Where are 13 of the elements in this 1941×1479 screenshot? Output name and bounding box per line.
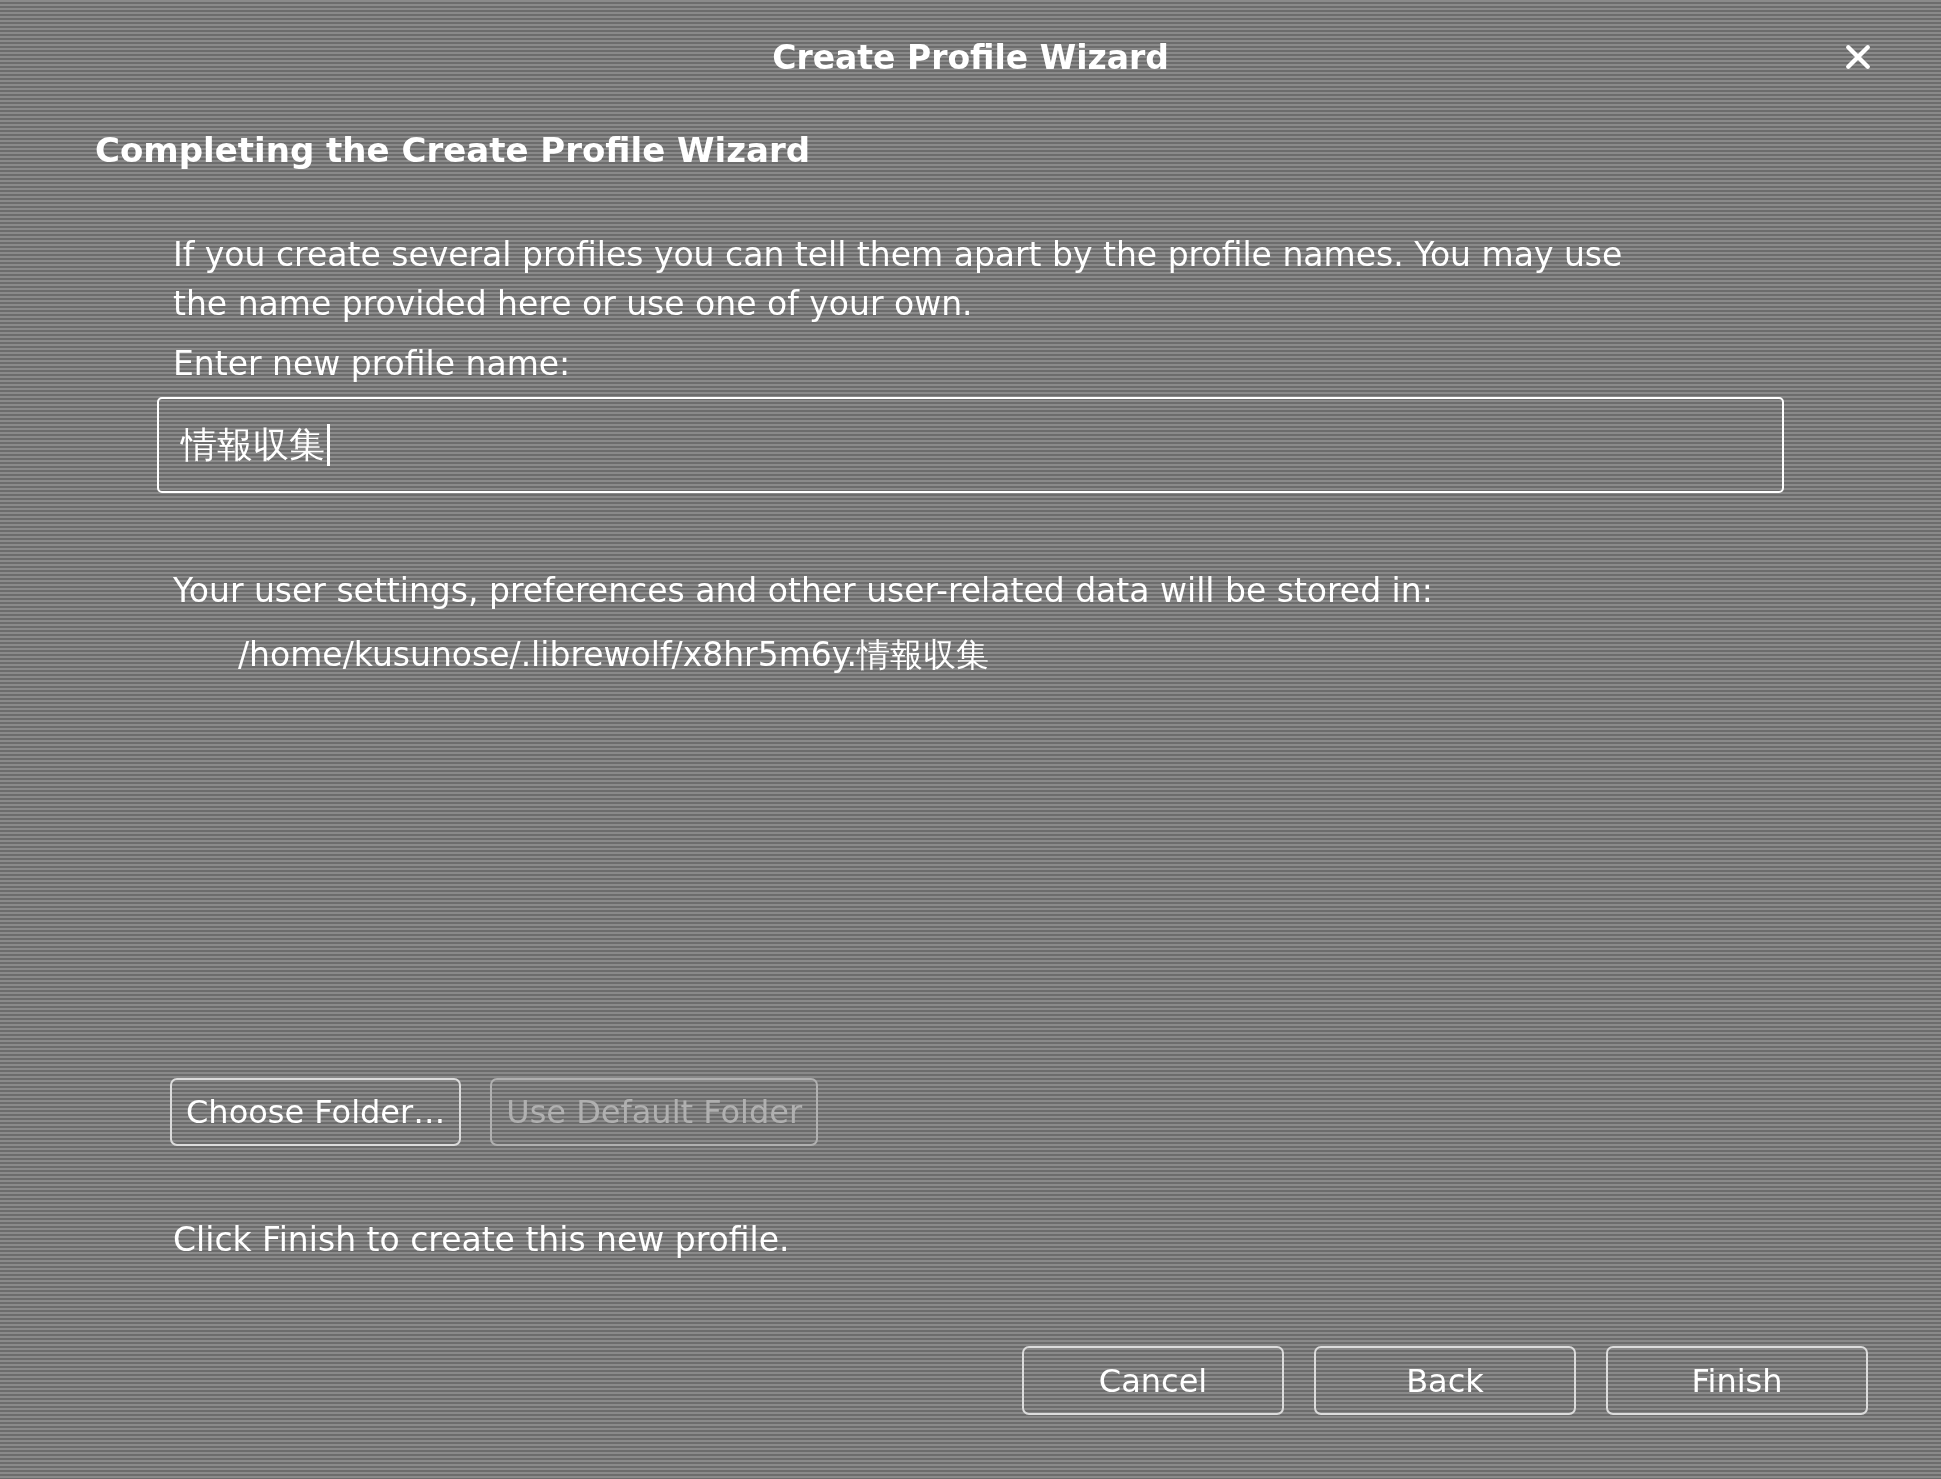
window-title: Create Profile Wizard	[772, 37, 1169, 77]
dialog-button[interactable]: Cancel	[1022, 1346, 1284, 1415]
profile-path: /home/kusunose/.librewolf/x8hr5m6y.情報収集	[238, 634, 991, 676]
intro-text: If you create several profiles you can tell them apart by the profile names. You may use the name provided here or use one of your own.	[173, 234, 1624, 325]
choose-folder-button[interactable]: Choose Folder…	[170, 1078, 462, 1146]
storage-label: Your user settings, preferences and other user-related data will be stored in:	[173, 570, 1434, 612]
page-heading: Completing the Create Profile Wizard	[95, 130, 812, 170]
field-label: Enter new profile name:	[173, 344, 572, 384]
dialog-button[interactable]: Finish	[1606, 1346, 1868, 1415]
finish-note: Click Finish to create this new profile.	[173, 1219, 791, 1261]
profile-name-field[interactable]: 情報収集	[157, 397, 1784, 493]
close-icon[interactable]	[1845, 44, 1871, 70]
dialog-button[interactable]: Back	[1314, 1346, 1576, 1415]
